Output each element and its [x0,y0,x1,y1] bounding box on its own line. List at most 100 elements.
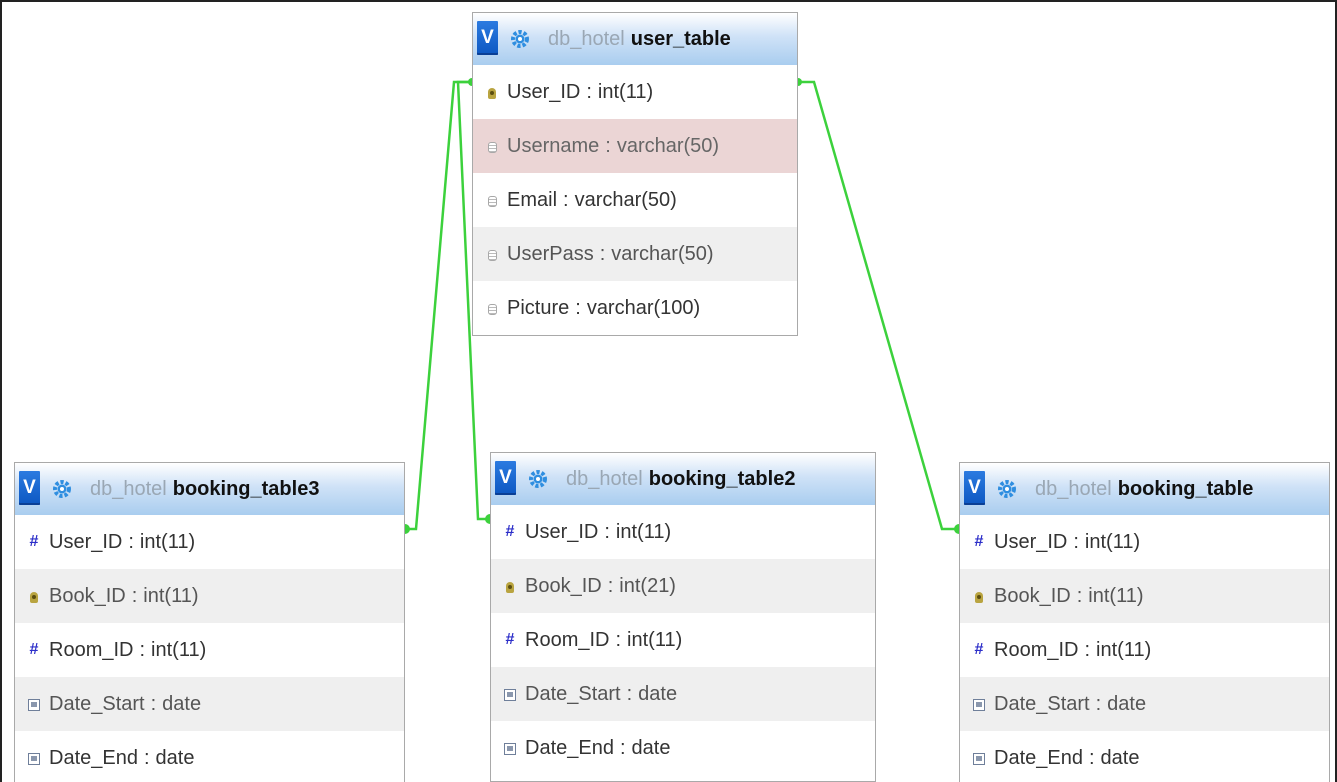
column-type: int(11) [1096,638,1152,661]
column-type: date [631,736,671,759]
column-row[interactable]: # Room_ID : int(11) [15,623,404,677]
table-title: db_hotel booking_table3 [90,463,319,515]
database-name: db_hotel [90,477,167,500]
collapse-toggle-button[interactable]: V [477,21,498,55]
column-type: int(11) [615,520,672,543]
gear-icon[interactable] [52,479,72,499]
table-title: db_hotel booking_table [1035,463,1253,515]
date-column-icon [972,696,986,713]
column-type: date [1100,746,1140,769]
numeric-column-icon: # [974,533,984,550]
column-row[interactable]: Date_Start : date [960,677,1329,731]
column-row[interactable]: # User_ID : int(11) [960,515,1329,569]
column-type: date [638,682,678,705]
column-row[interactable]: # User_ID : int(11) [491,505,875,559]
table-header[interactable]: V db_hotel booking_table [960,463,1329,515]
gear-icon[interactable] [510,29,530,49]
date-column-icon [27,750,41,767]
column-row[interactable]: # Room_ID : int(11) [960,623,1329,677]
table-name: booking_table [1117,477,1254,500]
table-header[interactable]: V db_hotel user_table [473,13,797,65]
column-name: Picture [507,296,570,319]
column-name: Email [507,188,558,211]
collapse-toggle-button[interactable]: V [964,471,985,505]
text-column-icon [485,192,499,209]
column-name: Date_Start [994,692,1090,715]
column-row[interactable]: Username : varchar(50) [473,119,797,173]
table-name: user_table [630,27,731,50]
numeric-column-icon: # [29,641,39,658]
table-booking-table[interactable]: V db_hotel booking_table # User_ID : int… [959,462,1330,782]
date-column-icon [503,686,517,703]
column-name: Room_ID [994,638,1079,661]
column-row[interactable]: Book_ID : int(11) [960,569,1329,623]
primary-key-icon [27,588,41,605]
column-type: int(11) [1088,584,1144,607]
table-booking-table2[interactable]: V db_hotel booking_table2 # User_ID : in… [490,452,876,782]
text-column-icon [485,246,499,263]
column-row[interactable]: Date_Start : date [15,677,404,731]
table-name: booking_table3 [172,477,320,500]
designer-canvas[interactable]: V db_hotel user_table User_ID : int(11) … [0,0,1337,782]
table-booking-table3[interactable]: V db_hotel booking_table3 # User_ID : in… [14,462,405,782]
column-type: int(11) [597,80,654,103]
primary-key-icon [972,588,986,605]
collapse-toggle-button[interactable]: V [495,461,516,495]
column-type: int(21) [619,574,676,597]
column-name: Date_End [525,736,614,759]
column-name: Book_ID [49,584,126,607]
column-row[interactable]: Email : varchar(50) [473,173,797,227]
column-row[interactable]: Date_End : date [15,731,404,782]
column-row[interactable]: # User_ID : int(11) [15,515,404,569]
column-row[interactable]: Picture : varchar(100) [473,281,797,335]
column-name: User_ID [507,80,581,103]
column-name: Date_Start [49,692,145,715]
table-user-table[interactable]: V db_hotel user_table User_ID : int(11) … [472,12,798,336]
column-type: int(11) [143,584,199,607]
column-row[interactable]: UserPass : varchar(50) [473,227,797,281]
column-type: int(11) [151,638,207,661]
primary-key-icon [503,578,517,595]
column-type: varchar(50) [611,242,714,265]
date-column-icon [972,750,986,767]
date-column-icon [503,740,517,757]
column-row[interactable]: Date_Start : date [491,667,875,721]
text-column-icon [485,300,499,317]
column-row[interactable]: Book_ID : int(21) [491,559,875,613]
primary-key-icon [485,84,499,101]
column-type: date [162,692,202,715]
column-name: Date_End [994,746,1083,769]
gear-icon[interactable] [528,469,548,489]
database-name: db_hotel [1035,477,1112,500]
column-name: Username [507,134,600,157]
table-header[interactable]: V db_hotel booking_table3 [15,463,404,515]
database-name: db_hotel [566,467,643,490]
text-column-icon [485,138,499,155]
gear-icon[interactable] [997,479,1017,499]
collapse-toggle-button[interactable]: V [19,471,40,505]
column-name: Book_ID [994,584,1071,607]
column-name: User_ID [49,530,123,553]
column-row[interactable]: Date_End : date [491,721,875,775]
column-row[interactable]: Book_ID : int(11) [15,569,404,623]
numeric-column-icon: # [505,523,515,540]
column-type: date [1107,692,1147,715]
column-name: Room_ID [49,638,134,661]
column-name: User_ID [525,520,599,543]
database-name: db_hotel [548,27,625,50]
table-title: db_hotel booking_table2 [566,453,795,505]
column-name: UserPass [507,242,594,265]
relation-line-booking-table3 [405,80,472,531]
column-row[interactable]: User_ID : int(11) [473,65,797,119]
column-type: varchar(50) [616,134,720,157]
column-name: Book_ID [525,574,602,597]
table-title: db_hotel user_table [548,13,731,65]
numeric-column-icon: # [974,641,984,658]
table-header[interactable]: V db_hotel booking_table2 [491,453,875,505]
column-row[interactable]: Date_End : date [960,731,1329,782]
numeric-column-icon: # [29,533,39,550]
column-type: varchar(50) [574,188,677,211]
column-name: Date_Start [525,682,621,705]
date-column-icon [27,696,41,713]
column-row[interactable]: # Room_ID : int(11) [491,613,875,667]
